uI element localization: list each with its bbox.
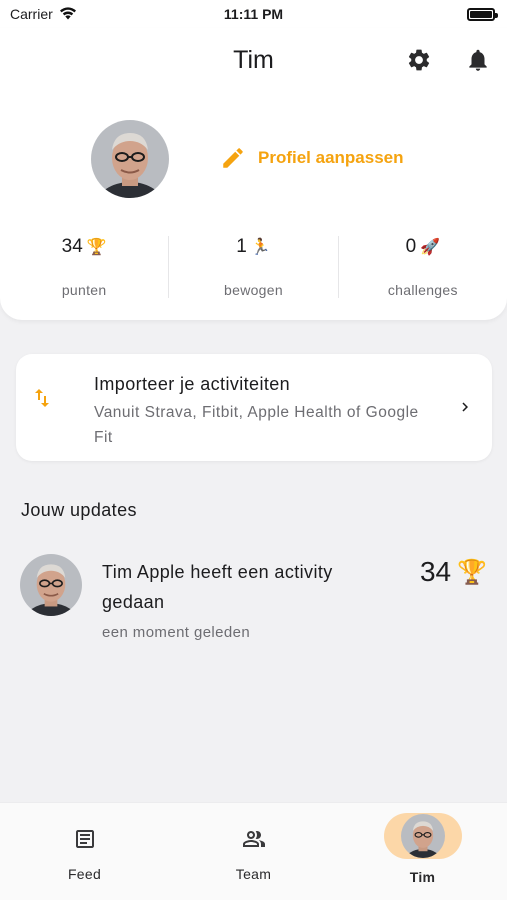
chevron-right-icon	[456, 398, 474, 421]
pencil-icon	[223, 148, 243, 168]
status-left: Carrier	[10, 6, 77, 23]
edit-profile-label: Profiel aanpassen	[258, 148, 404, 167]
nav-item-team[interactable]: Team	[169, 803, 338, 900]
stat-value: 0	[405, 236, 417, 257]
nav-label: Feed	[67, 866, 102, 882]
notifications-button[interactable]	[464, 46, 492, 74]
status-bar: Carrier 11:11 PM	[0, 0, 507, 28]
nav-label: Team	[235, 866, 272, 882]
stats-row: 34 🏆 punten 1 🏃 bewogen 0 🚀 challenges	[0, 236, 507, 298]
nav-item-feed[interactable]: Feed	[0, 803, 169, 900]
stat-moved: 1 🏃 bewogen	[168, 236, 337, 298]
stat-value: 1	[236, 236, 247, 257]
edit-profile-button[interactable]: Profiel aanpassen	[220, 145, 404, 171]
rocket-icon: 🚀	[420, 239, 441, 256]
update-time: een moment geleden	[102, 624, 251, 641]
trophy-icon: 🏆	[457, 558, 487, 586]
stat-challenges: 0 🚀 challenges	[337, 236, 507, 298]
import-title: Importeer je activiteiten	[94, 374, 291, 394]
article-icon	[75, 830, 94, 848]
bottom-nav: Feed Team Tim	[0, 802, 507, 900]
update-points: 34 🏆	[420, 556, 487, 588]
update-text: Tim Apple heeft een activity gedaan	[102, 562, 333, 612]
nav-item-profile[interactable]: Tim	[338, 803, 507, 900]
wifi-icon	[59, 6, 77, 23]
settings-button[interactable]	[405, 46, 433, 74]
trophy-icon: 🏆	[86, 239, 107, 256]
status-time: 11:11 PM	[223, 6, 284, 22]
avatar-photo	[91, 120, 169, 198]
profile-header-card: Tim Profiel aanpassen 34 🏆 punten 1 🏃 be…	[0, 28, 507, 320]
import-activities-card[interactable]: Importeer je activiteiten Vanuit Strava,…	[16, 354, 492, 461]
points-value: 34	[419, 556, 452, 587]
update-avatar	[20, 554, 82, 616]
profile-avatar[interactable]	[91, 120, 169, 198]
updates-section-title: Jouw updates	[21, 500, 137, 520]
avatar	[400, 814, 445, 858]
update-item[interactable]: Tim Apple heeft een activity gedaan een …	[0, 554, 507, 654]
swap-vertical-icon	[30, 386, 54, 415]
nav-label: Tim	[409, 869, 436, 885]
bell-icon	[469, 49, 487, 71]
avatar-photo	[20, 554, 82, 616]
people-icon	[242, 831, 265, 847]
runner-icon: 🏃	[250, 239, 271, 256]
stat-label: challenges	[387, 282, 458, 298]
nav-active-indicator	[383, 813, 462, 859]
stat-points: 34 🏆 punten	[0, 236, 168, 298]
stat-label: punten	[61, 282, 107, 298]
stat-label: bewogen	[224, 282, 283, 298]
battery-icon	[467, 7, 498, 21]
import-subtitle: Vanuit Strava, Fitbit, Apple Health of G…	[94, 404, 419, 446]
carrier-label: Carrier	[10, 6, 53, 22]
stat-value: 34	[61, 236, 83, 257]
gear-icon	[408, 49, 430, 71]
